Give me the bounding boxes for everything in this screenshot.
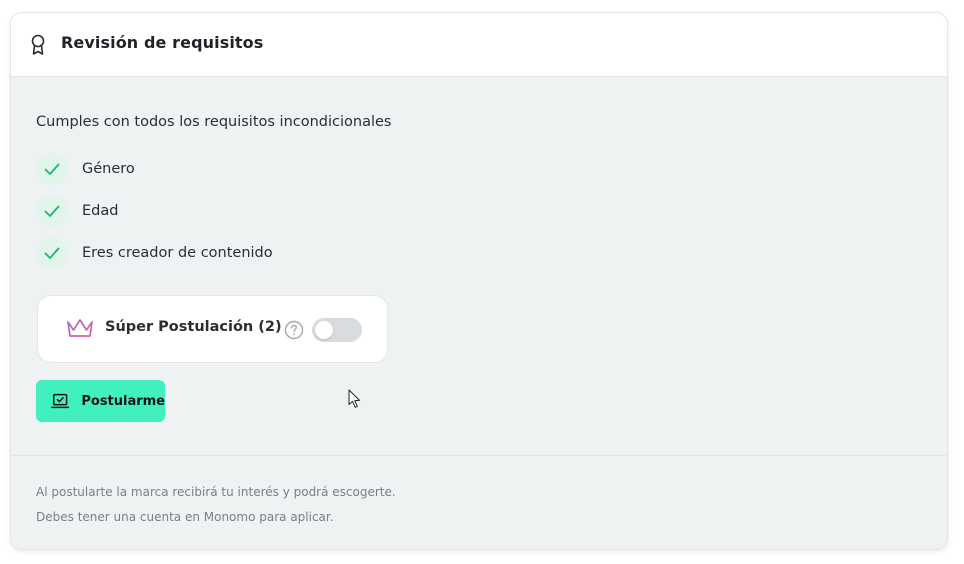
requirement-item-edad: Edad [36, 194, 118, 228]
laptop-check-icon [51, 393, 70, 409]
requirement-item-genero: Género [36, 152, 135, 186]
check-badge [36, 153, 68, 185]
footer-note-line2: Debes tener una cuenta en Monomo para ap… [36, 510, 334, 524]
award-ribbon-icon [31, 34, 45, 55]
check-icon [44, 205, 60, 217]
crown-icon [67, 319, 93, 341]
check-badge [36, 237, 68, 269]
super-postulacion-box: Súper Postulación (2) [37, 295, 388, 363]
footer-note-line1: Al postularte la marca recibirá tu inter… [36, 485, 396, 499]
requirement-label: Edad [82, 203, 119, 219]
super-postulacion-label: Súper Postulación (2) [105, 319, 282, 335]
postularme-button[interactable]: Postularme [36, 380, 165, 422]
check-icon [44, 247, 60, 259]
requirement-label: Eres creador de contenido [82, 245, 273, 261]
requirement-item-creador: Eres creador de contenido [36, 236, 273, 270]
question-circle-icon[interactable] [284, 320, 304, 340]
toggle-knob [315, 321, 333, 339]
check-icon [44, 163, 60, 175]
check-badge [36, 195, 68, 227]
requirement-label: Género [82, 161, 135, 177]
super-postulacion-toggle[interactable] [312, 318, 362, 342]
postularme-label: Postularme [81, 393, 165, 409]
requirements-card: Revisión de requisitos Cumples con todos… [10, 12, 948, 550]
footer-divider [11, 455, 947, 456]
card-title: Revisión de requisitos [61, 33, 264, 52]
mouse-cursor-icon [348, 389, 361, 408]
card-header: Revisión de requisitos [11, 13, 947, 77]
requirements-intro: Cumples con todos los requisitos incondi… [36, 114, 392, 130]
